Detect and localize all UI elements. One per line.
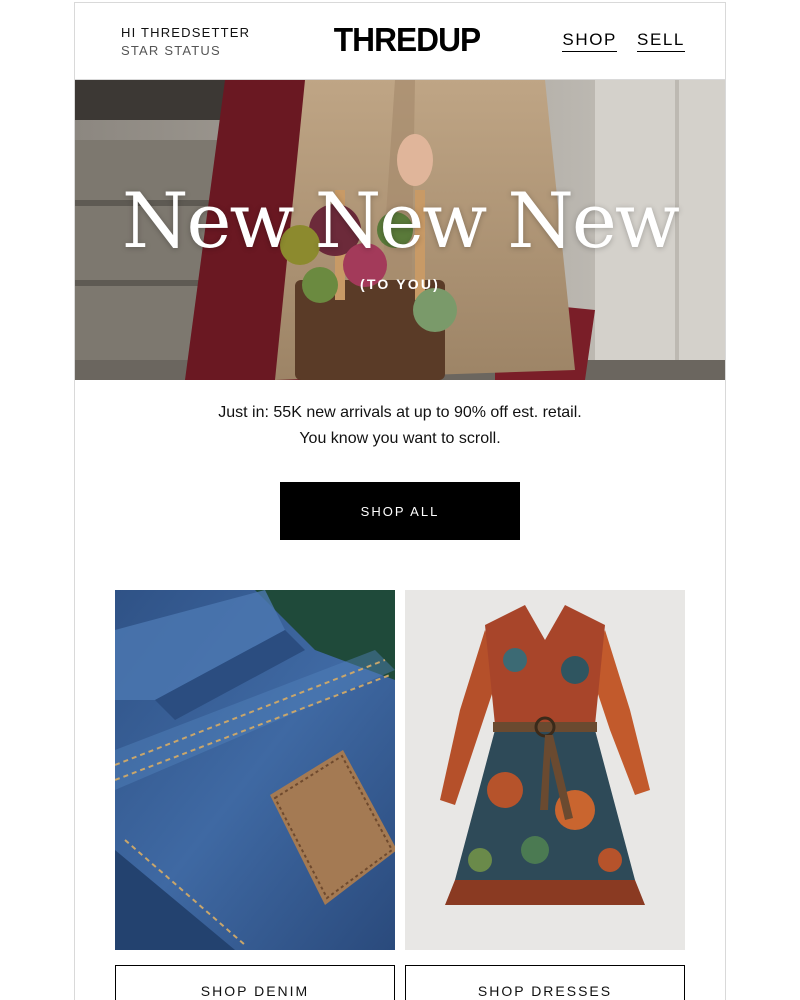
greeting-text: HI THREDSETTER bbox=[121, 25, 251, 40]
shop-denim-button[interactable]: SHOP DENIM bbox=[115, 965, 395, 1000]
greeting-block: HI THREDSETTER STAR STATUS bbox=[121, 24, 250, 60]
intro-line-2: You know you want to scroll. bbox=[299, 430, 501, 447]
status-text: STAR STATUS bbox=[121, 43, 221, 58]
hero-subtitle: (TO YOU) bbox=[359, 276, 441, 292]
top-nav: SHOP SELL bbox=[562, 30, 685, 52]
floral-dress-image bbox=[405, 590, 685, 950]
intro-copy: Just in: 55K new arrivals at up to 90% o… bbox=[75, 400, 725, 452]
denim-product-image[interactable] bbox=[115, 590, 395, 950]
email-card: HI THREDSETTER STAR STATUS THREDUP SHOP … bbox=[74, 2, 726, 1000]
denim-jacket-image bbox=[115, 590, 395, 950]
nav-shop-link[interactable]: SHOP bbox=[562, 30, 617, 52]
shop-all-button[interactable]: SHOP ALL bbox=[280, 482, 520, 540]
intro-line-1: Just in: 55K new arrivals at up to 90% o… bbox=[218, 404, 582, 421]
hero-title: New New New bbox=[122, 176, 680, 265]
header: HI THREDSETTER STAR STATUS THREDUP SHOP … bbox=[75, 3, 725, 80]
dress-product-image[interactable] bbox=[405, 590, 685, 950]
nav-sell-link[interactable]: SELL bbox=[637, 30, 685, 52]
shop-dresses-button[interactable]: SHOP DRESSES bbox=[405, 965, 685, 1000]
hero-banner[interactable]: New New New (TO YOU) bbox=[75, 80, 725, 380]
thredup-logo[interactable]: THREDUP bbox=[330, 21, 484, 61]
